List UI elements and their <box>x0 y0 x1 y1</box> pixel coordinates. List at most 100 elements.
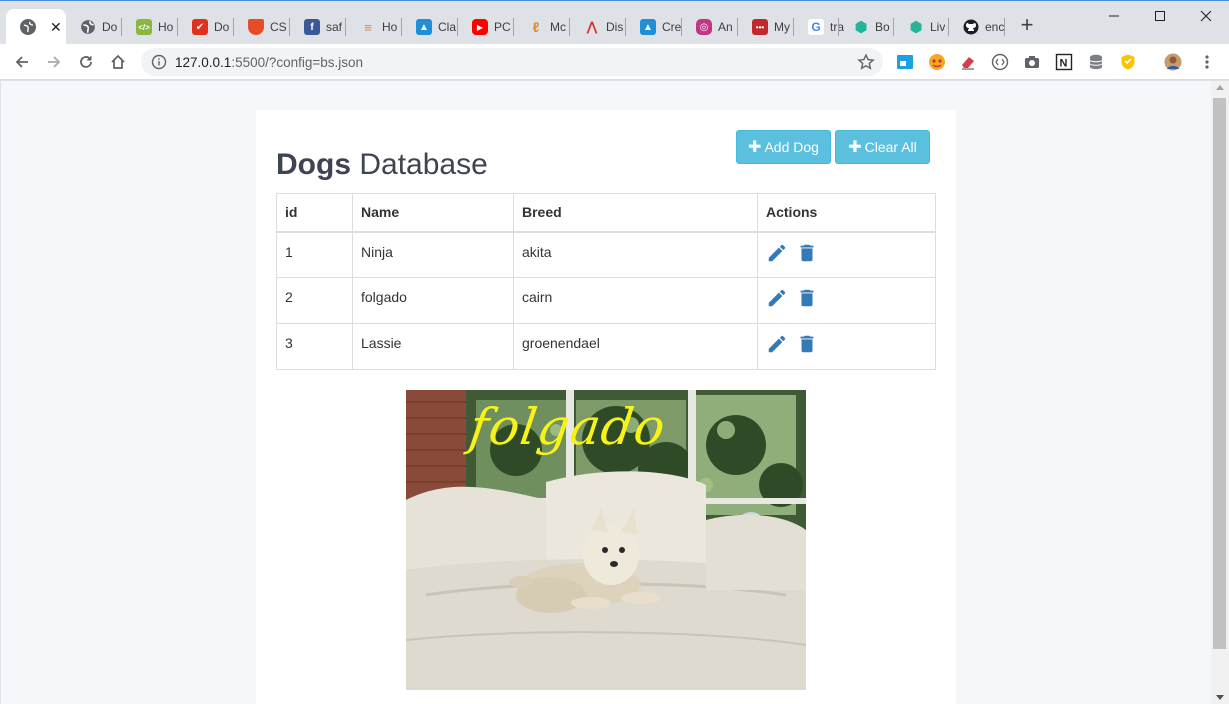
page-title-bold: Dogs <box>276 148 351 181</box>
table-row: 1 Ninja akita <box>276 231 936 278</box>
bookmark-star-icon[interactable] <box>857 53 875 76</box>
tab-title: Cre <box>662 20 682 34</box>
main-card: Dogs Database ✚ Add Dog ✚ Clear All id N… <box>256 110 956 704</box>
menu-kebab-icon[interactable] <box>1197 52 1217 72</box>
extension-camera-icon[interactable] <box>1022 52 1042 72</box>
column-header-actions: Actions <box>757 193 936 233</box>
tab[interactable]: ▲ Cla <box>402 9 458 45</box>
table-header-row: id Name Breed Actions <box>276 193 936 233</box>
scrollbar-thumb[interactable] <box>1213 98 1226 649</box>
tab[interactable]: f saf <box>290 9 346 45</box>
maximize-button[interactable] <box>1137 5 1183 27</box>
tab[interactable]: ✔ Do <box>178 9 234 45</box>
tab[interactable]: ▶ PC <box>458 9 514 45</box>
profile-avatar[interactable] <box>1163 52 1183 72</box>
url-path: :5500/?config=bs.json <box>231 55 364 70</box>
cell-actions <box>757 231 936 278</box>
facebook-icon: f <box>304 19 320 35</box>
new-tab-button[interactable]: + <box>1017 14 1037 38</box>
tab[interactable]: ⬢ Liv <box>894 9 950 45</box>
add-dog-label: Add Dog <box>764 139 819 155</box>
edit-pencil-icon[interactable] <box>766 287 788 312</box>
cell-breed: cairn <box>513 277 758 324</box>
tab-title: Mc <box>550 20 566 34</box>
cell-name: Ninja <box>352 231 514 278</box>
table-row: 3 Lassie groenendael <box>276 323 936 370</box>
cell-id: 2 <box>276 277 353 324</box>
url-host: 127.0.0.1 <box>175 55 232 70</box>
plus-icon: ✚ <box>848 139 862 156</box>
instagram-icon: ◎ <box>696 19 712 35</box>
tab-title: Do <box>214 20 230 34</box>
extension-eraser-icon[interactable] <box>958 52 978 72</box>
tab[interactable]: CS <box>234 9 290 45</box>
hexagon-icon: ⬢ <box>854 19 868 36</box>
tab[interactable]: ••• My <box>738 9 794 45</box>
tab-title: CS <box>270 20 287 34</box>
tab[interactable]: ℓ Mc <box>514 9 570 45</box>
cell-id: 3 <box>276 323 353 370</box>
tab-active[interactable]: ✕ <box>6 9 66 45</box>
cell-name: folgado <box>352 277 514 324</box>
tab[interactable]: ◎ An <box>682 9 738 45</box>
forward-button[interactable] <box>41 49 67 75</box>
tab-title: Ho <box>158 20 174 34</box>
extension-code-icon[interactable] <box>990 52 1010 72</box>
bird-icon: ▲ <box>416 19 432 35</box>
tab[interactable]: ▲ Cre <box>626 9 682 45</box>
delete-trash-icon[interactable] <box>796 242 818 267</box>
cell-name: Lassie <box>352 323 514 370</box>
tab-title: Bo <box>875 20 890 34</box>
address-bar[interactable]: 127.0.0.1:5500/?config=bs.json <box>141 48 883 76</box>
scroll-down-arrow-icon[interactable] <box>1216 695 1224 700</box>
code-icon: </> <box>136 19 152 35</box>
extension-notion-icon[interactable]: N <box>1054 52 1074 72</box>
tab[interactable]: ⋀ Dis <box>570 9 626 45</box>
info-icon[interactable] <box>151 54 167 75</box>
delete-trash-icon[interactable] <box>796 287 818 312</box>
url-text: 127.0.0.1:5500/?config=bs.json <box>175 55 363 70</box>
tab[interactable]: ⬢ Bo <box>839 9 895 45</box>
tab-strip: ✕ Do </> Ho ✔ Do CS f saf ≡ Ho ▲ Cla ▶ P… <box>0 0 1229 45</box>
tab-title: enc <box>985 20 1005 34</box>
extension-shield-icon[interactable] <box>1118 52 1138 72</box>
edit-pencil-icon[interactable] <box>766 242 788 267</box>
scroll-up-arrow-icon[interactable] <box>1216 85 1224 90</box>
edit-pencil-icon[interactable] <box>766 333 788 358</box>
cell-breed: groenendael <box>513 323 758 370</box>
vertical-scrollbar[interactable] <box>1211 81 1229 704</box>
back-button[interactable] <box>9 49 35 75</box>
add-dog-button[interactable]: ✚ Add Dog <box>736 130 831 164</box>
tab[interactable]: </> Ho <box>122 9 178 45</box>
reload-button[interactable] <box>73 49 99 75</box>
minimize-button[interactable] <box>1091 5 1137 27</box>
extension-photo-icon[interactable] <box>895 52 915 72</box>
page-title-light: Database <box>359 148 488 181</box>
clear-all-button[interactable]: ✚ Clear All <box>835 130 930 164</box>
dog-photo: folgado <box>406 390 806 690</box>
page-title: Dogs Database <box>276 148 488 182</box>
tab[interactable]: G tra <box>794 9 844 45</box>
checkmark-icon: ✔ <box>192 19 208 35</box>
cell-breed: akita <box>513 231 758 278</box>
figure-icon: ⋀ <box>586 19 598 34</box>
tab[interactable]: ≡ Ho <box>346 9 402 45</box>
youtube-icon: ▶ <box>472 19 488 35</box>
close-tab-icon[interactable]: ✕ <box>50 19 62 36</box>
extension-face-icon[interactable] <box>927 52 947 72</box>
close-window-button[interactable] <box>1183 5 1229 27</box>
bird-icon: ▲ <box>640 19 656 35</box>
page-viewport: Dogs Database ✚ Add Dog ✚ Clear All id N… <box>1 81 1211 704</box>
stackoverflow-icon: ≡ <box>364 19 372 35</box>
photo-caption: folgado <box>465 398 670 456</box>
tab-title: Dis <box>606 20 624 34</box>
delete-trash-icon[interactable] <box>796 333 818 358</box>
globe-icon <box>20 19 36 35</box>
tab[interactable]: enc <box>949 9 1005 45</box>
svg-text:N: N <box>1060 58 1068 70</box>
dogs-table: id Name Breed Actions 1 Ninja akita 2 fo… <box>276 193 936 370</box>
extension-database-icon[interactable] <box>1086 52 1106 72</box>
tab-title: PC <box>494 20 511 34</box>
home-button[interactable] <box>105 49 131 75</box>
tab[interactable]: Do <box>66 9 122 45</box>
